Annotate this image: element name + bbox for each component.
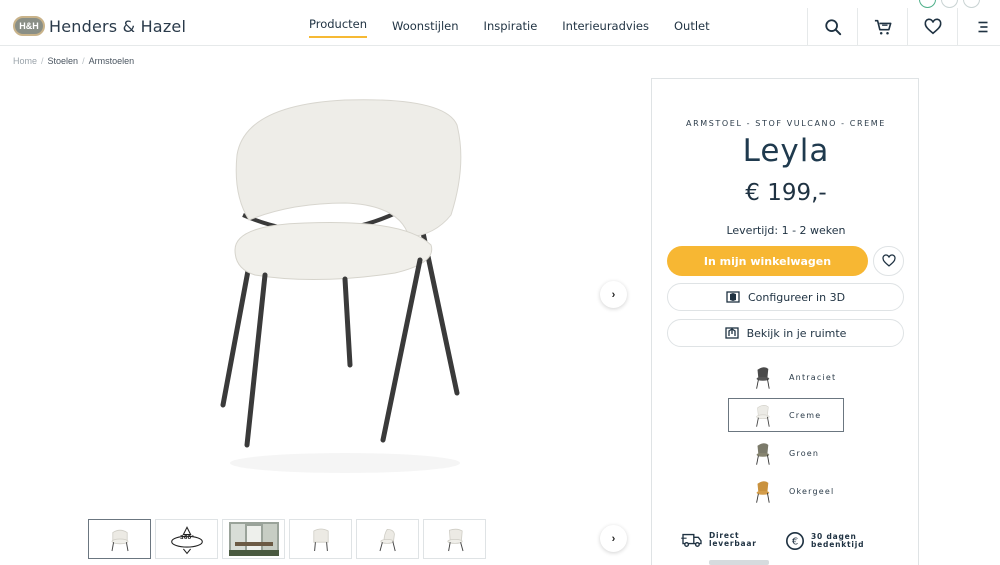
top-strip bbox=[0, 0, 1000, 8]
search-icon bbox=[824, 19, 841, 36]
product-price: € 199,- bbox=[745, 180, 827, 206]
thumbnail-chair-side[interactable] bbox=[356, 519, 419, 559]
search-button[interactable] bbox=[807, 8, 857, 46]
heart-icon bbox=[924, 18, 941, 35]
cart-button[interactable] bbox=[857, 8, 907, 46]
breadcrumb-stoelen[interactable]: Stoelen bbox=[48, 56, 79, 66]
next-thumbs-button[interactable]: › bbox=[600, 525, 627, 552]
usp-text: Direct leverbaar bbox=[709, 532, 757, 548]
svg-text:€: € bbox=[792, 537, 798, 548]
cube-3d-icon bbox=[726, 291, 740, 303]
chair-thumbnail-icon bbox=[312, 528, 329, 552]
logo-text: Henders & Hazel bbox=[49, 16, 187, 36]
swatch-chair-icon bbox=[747, 364, 777, 390]
wishlist-button[interactable] bbox=[907, 8, 957, 46]
view-in-room-button[interactable]: Bekijk in je ruimte bbox=[667, 319, 904, 347]
room-photo-icon bbox=[228, 522, 279, 556]
euro-return-icon: € bbox=[786, 532, 804, 550]
swatch-label: Antraciet bbox=[789, 372, 837, 382]
heart-icon bbox=[881, 254, 896, 267]
swatch-label: Creme bbox=[789, 410, 822, 420]
chair-thumbnail-icon bbox=[111, 529, 128, 552]
menu-icon bbox=[978, 21, 987, 33]
color-option-groen[interactable]: Groen bbox=[728, 436, 844, 470]
header-icons bbox=[807, 8, 1000, 46]
cart-icon bbox=[874, 19, 891, 35]
thumbnail-chair-back[interactable] bbox=[289, 519, 352, 559]
site-header: H&H Henders & Hazel Producten Woonstijle… bbox=[0, 8, 1000, 46]
nav-item-interieuradvies[interactable]: Interieuradvies bbox=[562, 8, 649, 46]
product-subtitle: ARMSTOEL - STOF VULCANO - CREME bbox=[686, 119, 886, 128]
thumbnail-room-photo[interactable] bbox=[222, 519, 285, 559]
configure-3d-button[interactable]: Configureer in 3D bbox=[667, 283, 904, 311]
breadcrumb-armstoelen[interactable]: Armstoelen bbox=[89, 56, 135, 66]
delivery-time: Levertijd: 1 - 2 weken bbox=[726, 224, 846, 237]
thumbnail-360-view[interactable]: 360° bbox=[155, 519, 218, 559]
thumbnail-chair-angle[interactable] bbox=[423, 519, 486, 559]
delivery-truck-icon bbox=[681, 533, 702, 547]
usp-faded-text bbox=[709, 560, 769, 565]
usp-direct-leverbaar: Direct leverbaar bbox=[681, 531, 757, 549]
product-name: Leyla bbox=[742, 133, 830, 169]
usp-30-dagen-bedenktijd: € 30 dagen bedenktijd bbox=[785, 531, 864, 551]
swatch-label: Okergeel bbox=[789, 486, 835, 496]
add-to-cart-button[interactable]: In mijn winkelwagen bbox=[667, 246, 868, 276]
color-option-creme[interactable]: Creme bbox=[728, 398, 844, 432]
language-dot[interactable] bbox=[919, 0, 936, 8]
view-in-room-label: Bekijk in je ruimte bbox=[746, 326, 847, 340]
color-option-antraciet[interactable]: Antraciet bbox=[728, 360, 844, 394]
usp-line: bedenktijd bbox=[811, 540, 865, 549]
logo-badge: H&H bbox=[13, 16, 45, 36]
breadcrumb: Home / Stoelen / Armstoelen bbox=[13, 56, 134, 66]
nav-item-producten[interactable]: Producten bbox=[309, 8, 368, 46]
language-dot[interactable] bbox=[963, 0, 980, 8]
rotate-360-icon: 360° bbox=[170, 526, 203, 555]
swatch-chair-icon bbox=[747, 478, 777, 504]
nav-item-outlet[interactable]: Outlet bbox=[674, 8, 710, 46]
chair-image bbox=[220, 99, 462, 473]
configure-3d-label: Configureer in 3D bbox=[747, 290, 846, 304]
breadcrumb-home[interactable]: Home bbox=[13, 56, 37, 66]
wishlist-button[interactable] bbox=[873, 246, 904, 276]
thumbnail-360-label: 360° bbox=[180, 535, 194, 541]
chair-thumbnail-icon bbox=[446, 528, 463, 552]
chair-thumbnail-icon bbox=[379, 528, 396, 552]
breadcrumb-separator: / bbox=[82, 56, 85, 66]
language-dot[interactable] bbox=[941, 0, 958, 8]
product-main-image[interactable] bbox=[195, 85, 495, 505]
thumbnail-chair-front[interactable] bbox=[88, 519, 151, 559]
swatch-label: Groen bbox=[789, 448, 820, 458]
chevron-right-icon: › bbox=[611, 288, 616, 301]
color-option-okergeel[interactable]: Okergeel bbox=[728, 474, 844, 508]
next-image-button[interactable]: › bbox=[600, 281, 627, 308]
breadcrumb-separator: / bbox=[41, 56, 44, 66]
product-info-panel: ARMSTOEL - STOF VULCANO - CREME Leyla € … bbox=[651, 78, 919, 565]
usp-line: leverbaar bbox=[709, 539, 757, 548]
swatch-chair-icon bbox=[747, 402, 777, 428]
main-nav: Producten Woonstijlen Inspiratie Interie… bbox=[309, 8, 735, 46]
nav-item-inspiratie[interactable]: Inspiratie bbox=[484, 8, 538, 46]
logo[interactable]: H&H Henders & Hazel bbox=[13, 16, 186, 36]
usp-text: 30 dagen bedenktijd bbox=[811, 533, 864, 549]
nav-item-woonstijlen[interactable]: Woonstijlen bbox=[392, 8, 459, 46]
chevron-right-icon: › bbox=[611, 532, 616, 545]
swatch-chair-icon bbox=[747, 440, 777, 466]
menu-button[interactable] bbox=[957, 8, 1000, 46]
thumbnail-strip: 360° bbox=[88, 519, 486, 559]
ar-view-icon bbox=[724, 327, 739, 339]
